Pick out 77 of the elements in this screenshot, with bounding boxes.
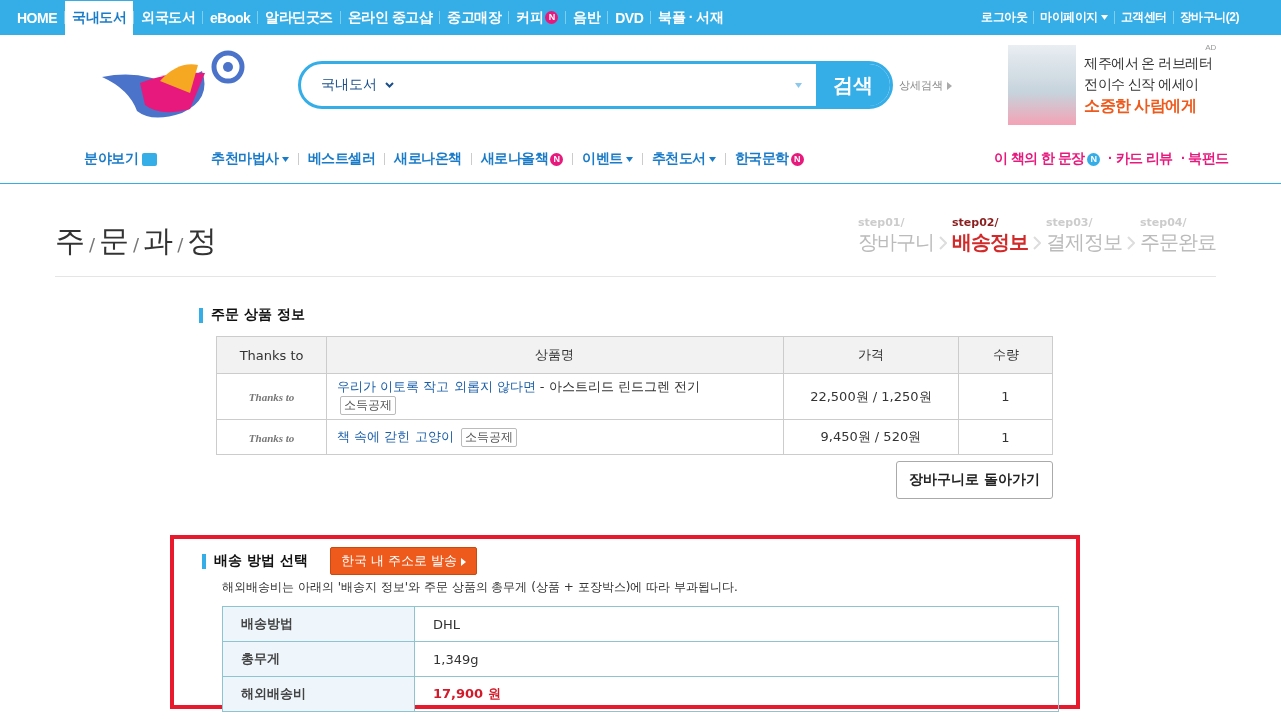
column-header: Thanks to [216, 336, 327, 374]
caret-icon [795, 82, 802, 88]
progress-step: step02/ 배송정보 [952, 216, 1028, 256]
back-to-cart-button[interactable]: 장바구니로 돌아가기 [896, 461, 1053, 499]
account-link[interactable]: 마이페이지 [1034, 0, 1114, 35]
deduction-tag: 소득공제 [340, 396, 397, 415]
advanced-search-link[interactable]: 상세검색 [899, 77, 952, 93]
nav-tab[interactable]: 외국도서 [134, 0, 202, 35]
menu-link[interactable]: 베스트셀러 [298, 150, 384, 168]
page-title: 주/문/과/정 [55, 222, 218, 260]
menu-link[interactable]: · 카드 리뷰 [1104, 150, 1177, 168]
nav-tab[interactable]: 온라인 중고샵 [340, 0, 440, 35]
column-header: 상품명 [326, 336, 784, 374]
thanks-to-logo[interactable]: Thanks to [216, 373, 327, 420]
caret-icon [625, 156, 633, 162]
table-cell: 1 [958, 419, 1053, 455]
search-bar[interactable]: 국내도서 검색 [298, 61, 893, 109]
search-button[interactable]: 검색 [816, 64, 890, 106]
product-link[interactable]: 책 속에 갇힌 고양이 [337, 428, 454, 444]
menu-link[interactable]: 한국문학 N [725, 150, 813, 168]
nav-tab[interactable]: DVD [608, 0, 651, 35]
menu-link[interactable]: 추천도서 [642, 150, 725, 168]
triangle-icon [947, 81, 952, 90]
section-heading: 배송 방법 선택 [214, 552, 308, 570]
table-cell: 22,500원 / 1,250원 [783, 373, 959, 420]
shipping-note: 해외배송비는 아래의 '배송지 정보'와 주문 상품의 총무게 (상품 + 포장박스)에 따라 부과됩니다. [222, 579, 739, 596]
table-cell: 9,450원 / 520원 [783, 419, 959, 455]
product-subtitle: - 아스트리드 린드그렌 전기 [538, 379, 700, 394]
domestic-shipping-button[interactable]: 한국 내 주소로 발송 [329, 547, 478, 575]
category-select[interactable]: 국내도서 [301, 76, 426, 94]
ad-text[interactable]: 소중한 사람에게 [1084, 95, 1213, 116]
row-label: 해외배송비 [222, 676, 415, 712]
column-header: 수량 [958, 336, 1053, 374]
section-heading: 주문 상품 정보 [211, 306, 305, 324]
nav-tab[interactable]: 음반 [566, 0, 608, 35]
menu-link[interactable]: 이벤트 [573, 150, 642, 168]
chevron-icon [1127, 236, 1135, 250]
ad-text[interactable]: 전이수 신작 에세이 [1084, 74, 1213, 95]
deduction-tag: 소득공제 [460, 427, 517, 447]
nav-tab[interactable]: 커피 N [509, 0, 566, 35]
account-link[interactable]: 장바구니(2) [1173, 0, 1245, 35]
row-label: 총무게 [222, 641, 415, 677]
new-badge: N [545, 11, 559, 24]
triangle-icon [461, 557, 467, 566]
caret-icon [708, 156, 716, 162]
new-badge: N [550, 152, 563, 166]
caret-icon [1100, 15, 1108, 20]
account-link[interactable]: 고객센터 [1114, 0, 1173, 35]
nav-tab[interactable]: 중고매장 [440, 0, 509, 35]
nav-tab[interactable]: 북플 · 서재 [651, 0, 731, 35]
table-cell: 17,900 원 [414, 676, 1059, 712]
product-link[interactable]: 우리가 이토록 작고 외롭지 않다면 [337, 379, 536, 394]
menu-link[interactable]: 새로나온책 [385, 150, 471, 168]
ad-text[interactable]: 제주에서 온 러브레터 [1084, 53, 1213, 74]
row-label: 배송방법 [222, 606, 415, 642]
menu-link[interactable]: · 북펀드 [1176, 150, 1233, 168]
table-cell: DHL [414, 606, 1059, 642]
category-menu[interactable]: 분야보기 [84, 150, 157, 168]
thanks-to-logo[interactable]: Thanks to [216, 419, 327, 455]
table-cell: 1,349g [414, 641, 1059, 677]
column-header: 가격 [783, 336, 959, 374]
chevron-icon [1033, 236, 1041, 250]
chevron-icon [385, 82, 394, 88]
table-cell: 1 [958, 373, 1053, 420]
menu-link[interactable]: 이 책의 한 문장 N [989, 150, 1104, 168]
menu-link[interactable]: 새로나올책 N [471, 150, 572, 168]
nav-tab[interactable]: 국내도서 [65, 1, 133, 35]
menu-link[interactable]: 추천마법사 [202, 150, 298, 168]
chevron-icon [939, 236, 947, 250]
nav-tab[interactable]: HOME [10, 0, 64, 35]
new-badge: N [790, 152, 804, 166]
caret-icon [281, 156, 289, 162]
nav-tab[interactable]: eBook [203, 0, 258, 35]
nav-tab[interactable]: 알라딘굿즈 [258, 0, 340, 35]
new-badge: N [1087, 152, 1100, 166]
ad-tag: AD [1205, 43, 1217, 52]
account-link[interactable]: 로그아웃 [975, 0, 1034, 35]
